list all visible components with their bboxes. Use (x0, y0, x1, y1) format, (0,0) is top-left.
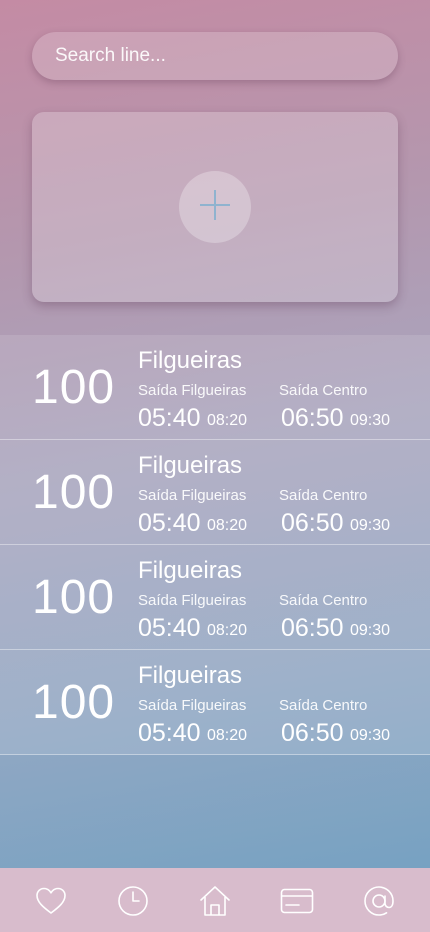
departure-time: 06:50 (281, 614, 344, 642)
departure-time: 06:50 (281, 719, 344, 747)
line-name: Filgueiras (138, 662, 243, 689)
departure-time: 05:40 (138, 404, 201, 432)
departure-label: Saída Centro (279, 382, 368, 399)
at-icon (362, 884, 396, 918)
departure-time: 06:50 (281, 404, 344, 432)
departure-time: 06:50 (281, 509, 344, 537)
departure-label: Saída Filgueiras (138, 697, 247, 714)
departure-time: 05:40 (138, 719, 201, 747)
bus-line-row[interactable]: 100 Filgueiras Saída Filgueiras Saída Ce… (0, 650, 430, 755)
bus-line-row[interactable]: 100 Filgueiras Saída Filgueiras Saída Ce… (0, 440, 430, 545)
bus-line-list: 100 Filgueiras Saída Filgueiras Saída Ce… (0, 335, 430, 755)
line-name: Filgueiras (138, 557, 243, 584)
clock-icon (116, 884, 150, 918)
departure-time: 05:40 (138, 614, 201, 642)
departure-label: Saída Filgueiras (138, 592, 247, 609)
departure-label: Saída Filgueiras (138, 382, 247, 399)
line-number: 100 (32, 571, 116, 624)
line-number: 100 (32, 676, 116, 729)
departure-label: Saída Centro (279, 487, 368, 504)
next-departure-time: 09:30 (350, 412, 391, 429)
departure-label: Saída Centro (279, 697, 368, 714)
next-departure-time: 08:20 (207, 727, 248, 744)
next-departure-time: 08:20 (207, 622, 248, 639)
next-departure-time: 09:30 (350, 622, 391, 639)
departure-label: Saída Filgueiras (138, 487, 247, 504)
next-departure-time: 08:20 (207, 517, 248, 534)
heart-icon (34, 884, 68, 918)
line-number: 100 (32, 361, 116, 414)
line-name: Filgueiras (138, 452, 243, 479)
plus-icon (199, 189, 231, 226)
line-number: 100 (32, 466, 116, 519)
search-bar[interactable] (32, 32, 398, 80)
bus-line-row[interactable]: 100 Filgueiras Saída Filgueiras Saída Ce… (0, 335, 430, 440)
add-button[interactable] (179, 171, 251, 243)
credit-card-icon (280, 884, 314, 918)
search-input[interactable] (55, 32, 398, 80)
bottom-tab-bar (0, 868, 430, 932)
next-departure-time: 09:30 (350, 517, 391, 534)
departure-time: 05:40 (138, 509, 201, 537)
tab-favorites[interactable] (34, 884, 68, 918)
home-icon (198, 884, 232, 918)
line-name: Filgueiras (138, 347, 243, 374)
tab-schedule[interactable] (116, 884, 150, 918)
tab-home[interactable] (198, 884, 232, 918)
next-departure-time: 08:20 (207, 412, 248, 429)
departure-label: Saída Centro (279, 592, 368, 609)
bus-line-row[interactable]: 100 Filgueiras Saída Filgueiras Saída Ce… (0, 545, 430, 650)
tab-tickets[interactable] (280, 884, 314, 918)
next-departure-time: 09:30 (350, 727, 391, 744)
add-favorite-card[interactable] (32, 112, 398, 302)
tab-contact[interactable] (362, 884, 396, 918)
